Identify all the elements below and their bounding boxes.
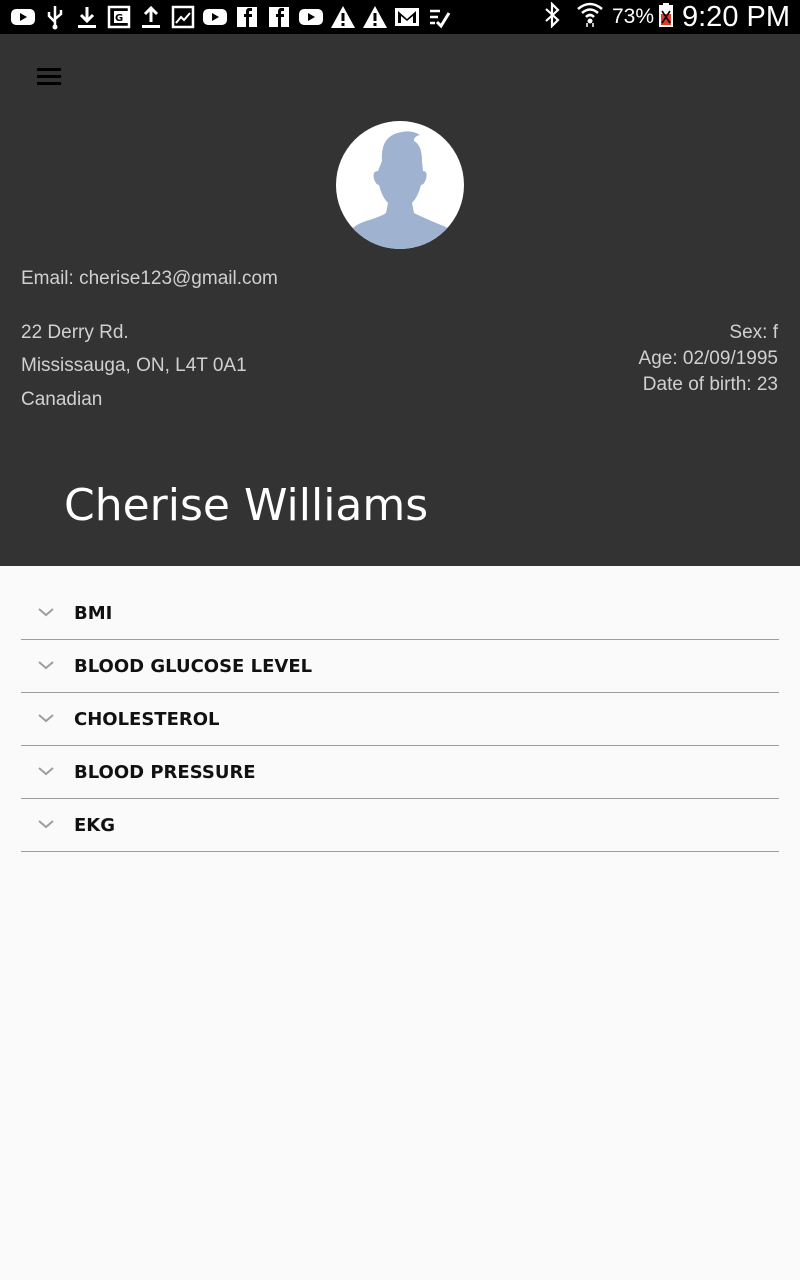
google-plus-icon: G	[106, 4, 132, 30]
chevron-down-icon	[38, 767, 54, 776]
warning-icon	[362, 4, 388, 30]
nationality-text: Canadian	[21, 389, 103, 410]
accordion-label: BMI	[74, 603, 113, 624]
accordion-item-blood-pressure[interactable]: BLOOD PRESSURE	[21, 746, 779, 799]
wifi-icon	[576, 1, 604, 34]
gmail-icon	[394, 4, 420, 30]
sex-text: Sex: f	[729, 322, 778, 343]
bluetooth-icon	[542, 0, 562, 33]
clock: 9:20 PM	[682, 0, 790, 33]
dob-text: Date of birth: 23	[642, 374, 778, 395]
status-bar: G 73% 9:20 PM	[0, 0, 800, 34]
accordion-item-bmi[interactable]: BMI	[21, 587, 779, 640]
email-text: Email: cherise123@gmail.com	[21, 268, 278, 289]
facebook-icon	[234, 4, 260, 30]
accordion-label: BLOOD PRESSURE	[74, 762, 256, 783]
age-text: Age: 02/09/1995	[638, 348, 778, 369]
profile-name: Cherise Williams	[64, 480, 429, 531]
download-icon	[74, 4, 100, 30]
accordion-item-cholesterol[interactable]: CHOLESTEROL	[21, 693, 779, 746]
address-line-2: Mississauga, ON, L4T 0A1	[21, 355, 247, 376]
chevron-down-icon	[38, 820, 54, 829]
default-avatar-icon	[336, 121, 464, 249]
upload-icon	[138, 4, 164, 30]
accordion-item-ekg[interactable]: EKG	[21, 799, 779, 852]
youtube-icon	[10, 4, 36, 30]
image-icon	[170, 4, 196, 30]
facebook-icon	[266, 4, 292, 30]
usb-icon	[42, 4, 68, 30]
system-status: 73% 9:20 PM	[542, 0, 790, 34]
accordion-label: EKG	[74, 815, 116, 836]
profile-header: Email: cherise123@gmail.com 22 Derry Rd.…	[0, 34, 800, 566]
chevron-down-icon	[38, 714, 54, 723]
youtube-icon	[298, 4, 324, 30]
accordion-label: BLOOD GLUCOSE LEVEL	[74, 656, 313, 677]
accordion-item-blood-glucose[interactable]: BLOOD GLUCOSE LEVEL	[21, 640, 779, 693]
address-line-1: 22 Derry Rd.	[21, 322, 129, 343]
health-metrics-accordion: BMI BLOOD GLUCOSE LEVEL CHOLESTEROL BLOO…	[21, 587, 779, 852]
hamburger-menu-icon[interactable]	[30, 62, 68, 92]
battery-percent: 73%	[611, 5, 654, 28]
warning-icon	[330, 4, 356, 30]
notification-icons: G	[10, 4, 458, 30]
battery-icon	[658, 2, 674, 33]
chevron-down-icon	[38, 608, 54, 617]
chevron-down-icon	[38, 661, 54, 670]
youtube-icon	[202, 4, 228, 30]
accordion-label: CHOLESTEROL	[74, 709, 220, 730]
checklist-icon	[426, 4, 452, 30]
svg-text:G: G	[115, 13, 123, 24]
